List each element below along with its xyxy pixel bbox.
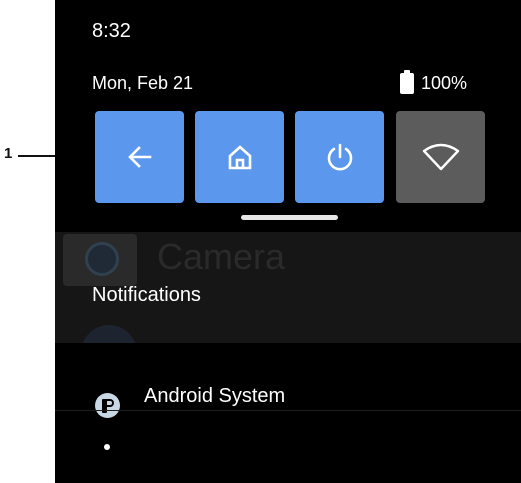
wifi-tile[interactable] — [396, 111, 485, 203]
power-icon — [327, 143, 352, 171]
home-tile[interactable] — [195, 111, 284, 203]
page: 1 Camera 8:32 Mon, Feb 21 100% Notificat… — [0, 0, 521, 483]
camera-app-label: Camera — [157, 236, 286, 277]
battery-icon — [400, 70, 414, 94]
home-icon — [228, 145, 251, 170]
notification-card[interactable] — [55, 343, 521, 483]
notifications-header: Notifications — [92, 284, 201, 306]
wifi-icon — [422, 143, 459, 171]
camera-app-icon — [63, 234, 137, 286]
power-tile[interactable] — [295, 111, 384, 203]
quick-settings-shade: 8:32 Mon, Feb 21 100% — [55, 0, 521, 232]
back-arrow-icon — [127, 146, 151, 168]
drag-handle[interactable] — [241, 215, 338, 220]
device-screen: Camera 8:32 Mon, Feb 21 100% Notificatio… — [55, 0, 521, 483]
callout-number: 1 — [4, 145, 13, 162]
notification-dot-icon — [104, 444, 110, 450]
notification-divider — [55, 410, 521, 411]
notification-app-name: Android System — [144, 385, 286, 407]
status-date: Mon, Feb 21 — [92, 73, 194, 93]
status-time: 8:32 — [92, 20, 131, 42]
back-tile[interactable] — [95, 111, 184, 203]
battery-percent: 100% — [421, 73, 468, 93]
android-system-icon — [95, 393, 120, 418]
